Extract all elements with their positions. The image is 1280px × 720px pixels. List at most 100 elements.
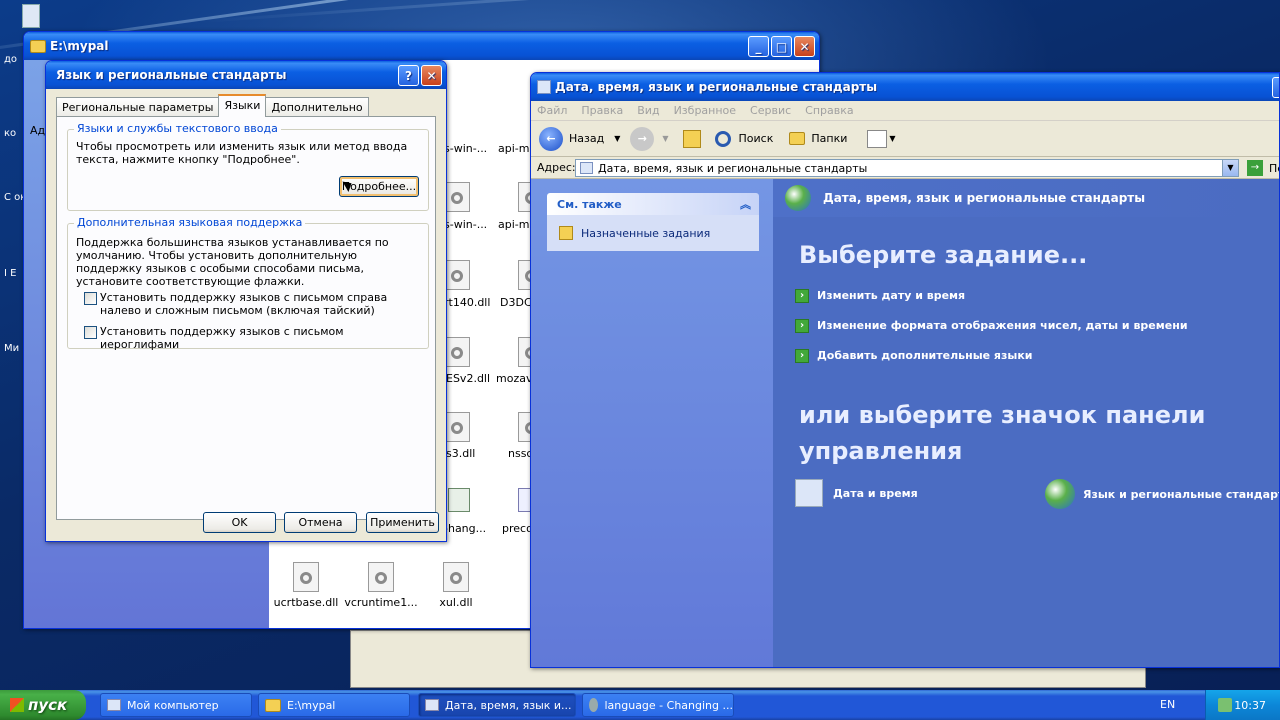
views-icon[interactable] bbox=[867, 129, 888, 148]
ok-button[interactable]: OK bbox=[203, 512, 276, 533]
address-input[interactable]: Дата, время, язык и региональные стандар… bbox=[575, 159, 1239, 177]
tab-regional-options[interactable]: Региональные параметры bbox=[56, 97, 220, 117]
help-button[interactable]: ? bbox=[398, 65, 419, 86]
maximize-button[interactable]: □ bbox=[771, 36, 792, 57]
desktop-icon-label: Ми bbox=[4, 343, 20, 354]
task-arrow-icon: › bbox=[795, 289, 809, 303]
menu-edit[interactable]: Правка bbox=[581, 104, 623, 117]
desktop-icon[interactable] bbox=[22, 4, 40, 28]
file-label[interactable]: preco bbox=[502, 522, 533, 535]
folders-icon[interactable] bbox=[789, 132, 806, 145]
east-asian-label[interactable]: Установить поддержку языков с письмом ие… bbox=[100, 325, 416, 351]
file-icon[interactable] bbox=[444, 337, 470, 367]
file-label[interactable]: s3.dll bbox=[446, 447, 475, 460]
language-dialog[interactable]: Язык и региональные стандарты ? ✕ Регион… bbox=[45, 60, 447, 542]
regional-options-applet[interactable]: Язык и региональные стандарты bbox=[1045, 479, 1279, 509]
task-change-formats[interactable]: › Изменение формата отображения чисел, да… bbox=[795, 319, 1188, 333]
apply-button[interactable]: Применить bbox=[366, 512, 439, 533]
supplemental-language-group: Дополнительная языковая поддержка Поддер… bbox=[67, 216, 429, 351]
back-button[interactable]: Назад bbox=[569, 132, 604, 145]
browser-icon bbox=[589, 698, 599, 712]
back-dropdown-icon[interactable]: ▼ bbox=[614, 134, 620, 143]
menu-view[interactable]: Вид bbox=[637, 104, 659, 117]
complex-script-checkbox[interactable] bbox=[84, 292, 97, 305]
taskbar-item-mypal-folder[interactable]: E:\mypal bbox=[258, 693, 410, 717]
address-label: Адрес: bbox=[537, 161, 576, 174]
cp-main-area: Дата, время, язык и региональные стандар… bbox=[773, 179, 1279, 667]
see-also-header[interactable]: См. также ︽ bbox=[547, 193, 759, 215]
forward-dropdown-icon[interactable]: ▼ bbox=[662, 134, 668, 143]
file-label[interactable]: nssc bbox=[508, 447, 532, 460]
control-panel-window[interactable]: Дата, время, язык и региональные стандар… bbox=[530, 72, 1280, 668]
network-icon[interactable] bbox=[1218, 698, 1232, 712]
folder-icon bbox=[30, 39, 46, 53]
task-arrow-icon: › bbox=[795, 319, 809, 333]
file-label[interactable]: -hang... bbox=[444, 522, 486, 535]
close-button[interactable]: ✕ bbox=[421, 65, 442, 86]
address-dropdown-icon[interactable]: ▼ bbox=[1222, 160, 1238, 176]
search-icon[interactable] bbox=[714, 130, 731, 147]
tab-advanced[interactable]: Дополнительно bbox=[265, 97, 369, 117]
address-value: Дата, время, язык и региональные стандар… bbox=[598, 161, 868, 175]
up-folder-icon[interactable] bbox=[682, 129, 701, 148]
task-add-languages[interactable]: › Добавить дополнительные языки bbox=[795, 349, 1033, 363]
wallpaper-streak bbox=[199, 0, 1280, 23]
complex-script-label[interactable]: Установить поддержку языков с письмом сп… bbox=[100, 291, 416, 317]
folder-icon bbox=[265, 698, 281, 712]
minimize-button[interactable]: _ bbox=[748, 36, 769, 57]
file-item[interactable]: ucrtbase.dll bbox=[267, 562, 345, 609]
menu-help[interactable]: Справка bbox=[805, 104, 853, 117]
desktop-icon-label: С ок bbox=[4, 192, 24, 203]
supplemental-description: Поддержка большинства языков устанавлива… bbox=[76, 236, 389, 288]
close-button[interactable]: ✕ bbox=[794, 36, 815, 57]
start-button[interactable]: пуск bbox=[0, 690, 86, 720]
file-item[interactable]: vcruntime1... bbox=[342, 562, 420, 609]
tab-languages[interactable]: Языки bbox=[218, 94, 267, 117]
east-asian-checkbox[interactable] bbox=[84, 326, 97, 339]
scheduled-tasks-link[interactable]: Назначенные задания bbox=[581, 227, 710, 240]
file-label[interactable]: rt140.dll bbox=[444, 296, 490, 309]
toolbar: ← Назад ▼ → ▼ Поиск Папки ▼ bbox=[531, 121, 1279, 157]
file-item[interactable]: xul.dll bbox=[417, 562, 495, 609]
folders-button[interactable]: Папки bbox=[811, 132, 847, 145]
dialog-tabs: Региональные параметры Языки Дополнитель… bbox=[56, 94, 369, 117]
minimize-button[interactable]: _ bbox=[1272, 77, 1279, 98]
dialog-titlebar[interactable]: Язык и региональные стандарты ? ✕ bbox=[46, 61, 446, 89]
file-label[interactable]: s-win-... bbox=[444, 142, 487, 155]
views-dropdown-icon[interactable]: ▼ bbox=[889, 134, 895, 143]
globe-clock-icon bbox=[785, 185, 811, 211]
file-label[interactable]: ESv2.dll bbox=[446, 372, 490, 385]
file-icon[interactable] bbox=[444, 182, 470, 212]
dll-file-icon bbox=[443, 562, 469, 592]
menu-tools[interactable]: Сервис bbox=[750, 104, 791, 117]
file-label[interactable]: mozav bbox=[496, 372, 532, 385]
file-label[interactable]: s-win-... bbox=[444, 218, 487, 231]
menu-file[interactable]: Файл bbox=[537, 104, 567, 117]
forward-arrow-icon[interactable]: → bbox=[630, 126, 655, 151]
explorer-titlebar[interactable]: E:\mypal _ □ ✕ bbox=[24, 32, 819, 60]
menu-favorites[interactable]: Избранное bbox=[674, 104, 736, 117]
file-label[interactable]: D3DC bbox=[500, 296, 532, 309]
go-button[interactable]: Пе bbox=[1269, 162, 1279, 175]
explorer-left-label: Ад bbox=[30, 124, 46, 137]
control-panel-icon bbox=[537, 80, 551, 94]
file-name: vcruntime1... bbox=[344, 596, 418, 609]
collapse-chevron-icon[interactable]: ︽ bbox=[740, 196, 751, 212]
file-icon[interactable] bbox=[444, 260, 470, 290]
taskbar-item-browser[interactable]: language - Changing ... bbox=[582, 693, 734, 717]
date-time-applet[interactable]: Дата и время bbox=[795, 479, 918, 507]
file-icon[interactable] bbox=[444, 412, 470, 442]
search-button[interactable]: Поиск bbox=[739, 132, 774, 145]
cp-titlebar[interactable]: Дата, время, язык и региональные стандар… bbox=[531, 73, 1279, 101]
task-change-date-time[interactable]: › Изменить дату и время bbox=[795, 289, 965, 303]
file-icon[interactable] bbox=[448, 488, 470, 512]
language-indicator[interactable]: EN bbox=[1160, 698, 1175, 711]
back-arrow-icon[interactable]: ← bbox=[539, 126, 563, 151]
cancel-button[interactable]: Отмена bbox=[284, 512, 357, 533]
taskbar-item-control-panel[interactable]: Дата, время, язык и... bbox=[418, 693, 576, 717]
explorer-title: E:\mypal bbox=[50, 39, 109, 53]
clock[interactable]: 10:37 bbox=[1234, 699, 1266, 712]
go-arrow-icon[interactable]: → bbox=[1247, 160, 1263, 176]
taskbar-item-my-computer[interactable]: Мой компьютер bbox=[100, 693, 252, 717]
dialog-title: Язык и региональные стандарты bbox=[56, 68, 287, 82]
